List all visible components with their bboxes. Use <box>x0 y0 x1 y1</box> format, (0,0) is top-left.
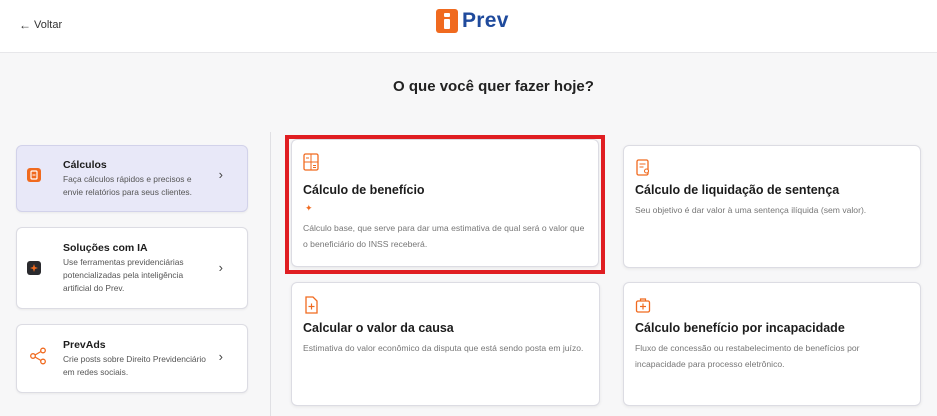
document-plus-icon <box>303 296 319 314</box>
sidebar-item-desc: Faça cálculos rápidos e precisos e envie… <box>63 174 192 197</box>
top-bar: ← Voltar Prev <box>0 0 937 53</box>
chevron-right-icon: › <box>218 349 223 364</box>
sparkle-icon <box>27 261 41 275</box>
option-beneficio-incapacidade[interactable]: Cálculo benefício por incapacidade Fluxo… <box>623 282 921 406</box>
share-icon <box>29 347 47 365</box>
option-desc: Fluxo de concessão ou restabelecimento d… <box>635 343 860 369</box>
chevron-right-icon: › <box>218 260 223 275</box>
arrow-left-icon: ← <box>19 18 31 32</box>
back-label: Voltar <box>34 19 63 31</box>
option-desc: Estimativa do valor econômico da disputa… <box>303 343 584 353</box>
option-liquidacao-sentenca[interactable]: Cálculo de liquidação de sentença Seu ob… <box>623 145 921 268</box>
calculator-icon <box>303 153 319 171</box>
option-title: Calcular o valor da causa <box>303 321 454 335</box>
sidebar-item-desc: Crie posts sobre Direito Previdenciário … <box>63 354 206 377</box>
calculator-icon <box>27 168 41 182</box>
option-title: Cálculo de liquidação de sentença <box>635 183 840 197</box>
document-person-icon <box>635 159 651 177</box>
sidebar-item-calculos[interactable]: Cálculos Faça cálculos rápidos e preciso… <box>16 145 248 212</box>
page-heading: O que você quer fazer hoje? <box>393 78 594 95</box>
sidebar-item-prevads[interactable]: PrevAds Crie posts sobre Direito Previde… <box>16 324 248 393</box>
divider <box>270 132 271 416</box>
option-title: Cálculo de benefício <box>303 183 425 197</box>
medical-kit-icon <box>635 296 651 314</box>
logo: Prev <box>436 9 509 33</box>
chevron-right-icon: › <box>218 167 223 182</box>
logo-text: Prev <box>462 9 509 32</box>
option-valor-causa[interactable]: Calcular o valor da causa Estimativa do … <box>291 282 600 406</box>
sidebar-item-title: Cálculos <box>63 159 107 171</box>
option-calculo-beneficio[interactable]: Cálculo de benefício ✦ Cálculo base, que… <box>291 139 599 267</box>
sparkle-icon: ✦ <box>305 203 313 213</box>
sidebar-item-title: Soluções com IA <box>63 242 148 254</box>
option-desc: Seu objetivo é dar valor à uma sentença … <box>635 205 867 215</box>
logo-icon <box>436 9 458 33</box>
option-desc: Cálculo base, que serve para dar uma est… <box>303 223 585 249</box>
option-title: Cálculo benefício por incapacidade <box>635 321 845 335</box>
sidebar-item-solucoes-ia[interactable]: Soluções com IA Use ferramentas previden… <box>16 227 248 309</box>
back-button[interactable]: ← Voltar <box>19 19 62 31</box>
sidebar-item-title: PrevAds <box>63 339 106 351</box>
sidebar-item-desc: Use ferramentas previdenciárias potencia… <box>63 257 184 293</box>
